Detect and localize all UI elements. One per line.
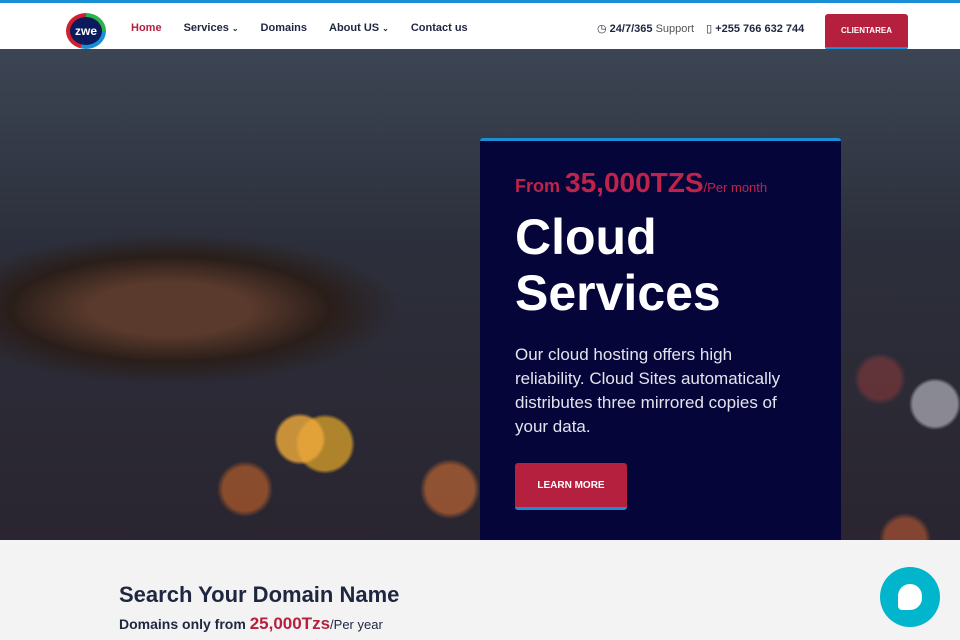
logo[interactable]: zwe	[66, 13, 106, 49]
nav-services-label: Services	[183, 22, 229, 34]
hero-card: From 35,000TZS/Per month Cloud Services O…	[480, 138, 841, 540]
phone-number: +255 766 632 744	[715, 23, 805, 35]
phone-icon: ▯	[706, 23, 713, 35]
hero-description: Our cloud hosting offers high reliabilit…	[515, 345, 781, 436]
domain-title: Search Your Domain Name	[119, 582, 400, 607]
chat-bubble-icon	[898, 584, 922, 610]
domain-price: 25,000Tzs	[249, 614, 331, 633]
domain-search-section: Search Your Domain Name Domains only fro…	[119, 582, 399, 634]
title-line-1: Cloud	[515, 209, 657, 265]
site-header: zwe Home Services ⌄ Domains About US ⌄ Con…	[0, 3, 960, 50]
nav-domains[interactable]: Domains	[261, 22, 307, 34]
nav-about-label: About US	[329, 22, 380, 34]
hero-banner: From 35,000TZS/Per month Cloud Services O…	[0, 49, 960, 540]
price-prefix: From	[515, 176, 560, 196]
support-info: ◷ 24/7/365 Support	[597, 22, 694, 35]
price-period: /Per month	[703, 180, 768, 195]
hero-price: From 35,000TZS/Per month	[515, 167, 806, 199]
nav-services[interactable]: Services ⌄	[184, 22, 239, 34]
main-nav: Home Services ⌄ Domains About US ⌄ Contact…	[131, 22, 468, 34]
hero-title: Cloud Services	[515, 209, 806, 321]
chevron-down-icon: ⌄	[382, 24, 389, 33]
price-value: 35,000TZS	[565, 167, 704, 198]
clientarea-button[interactable]: CLIENTAREA	[825, 14, 908, 50]
nav-about[interactable]: About US ⌄	[329, 22, 389, 34]
domain-period: /Per year	[330, 617, 383, 632]
contact-info: ◷ 24/7/365 Support ▯ +255 766 632 744	[597, 22, 804, 35]
chevron-down-icon: ⌄	[231, 24, 239, 33]
title-line-2: Services	[515, 265, 721, 321]
domain-price-line: Domains only from 25,000Tzs/Per year	[119, 614, 399, 634]
phone-info[interactable]: ▯ +255 766 632 744	[706, 22, 804, 35]
support-hours: 24/7/365	[609, 23, 653, 35]
support-label: Support	[655, 23, 695, 35]
nav-contact[interactable]: Contact us	[411, 22, 468, 34]
chat-button[interactable]	[880, 567, 940, 627]
domain-prefix: Domains only from	[119, 616, 246, 632]
nav-home[interactable]: Home	[131, 22, 162, 34]
logo-text: zwe	[70, 17, 102, 45]
learn-more-button[interactable]: LEARN MORE	[515, 463, 627, 510]
clock-icon: ◷	[597, 23, 607, 35]
